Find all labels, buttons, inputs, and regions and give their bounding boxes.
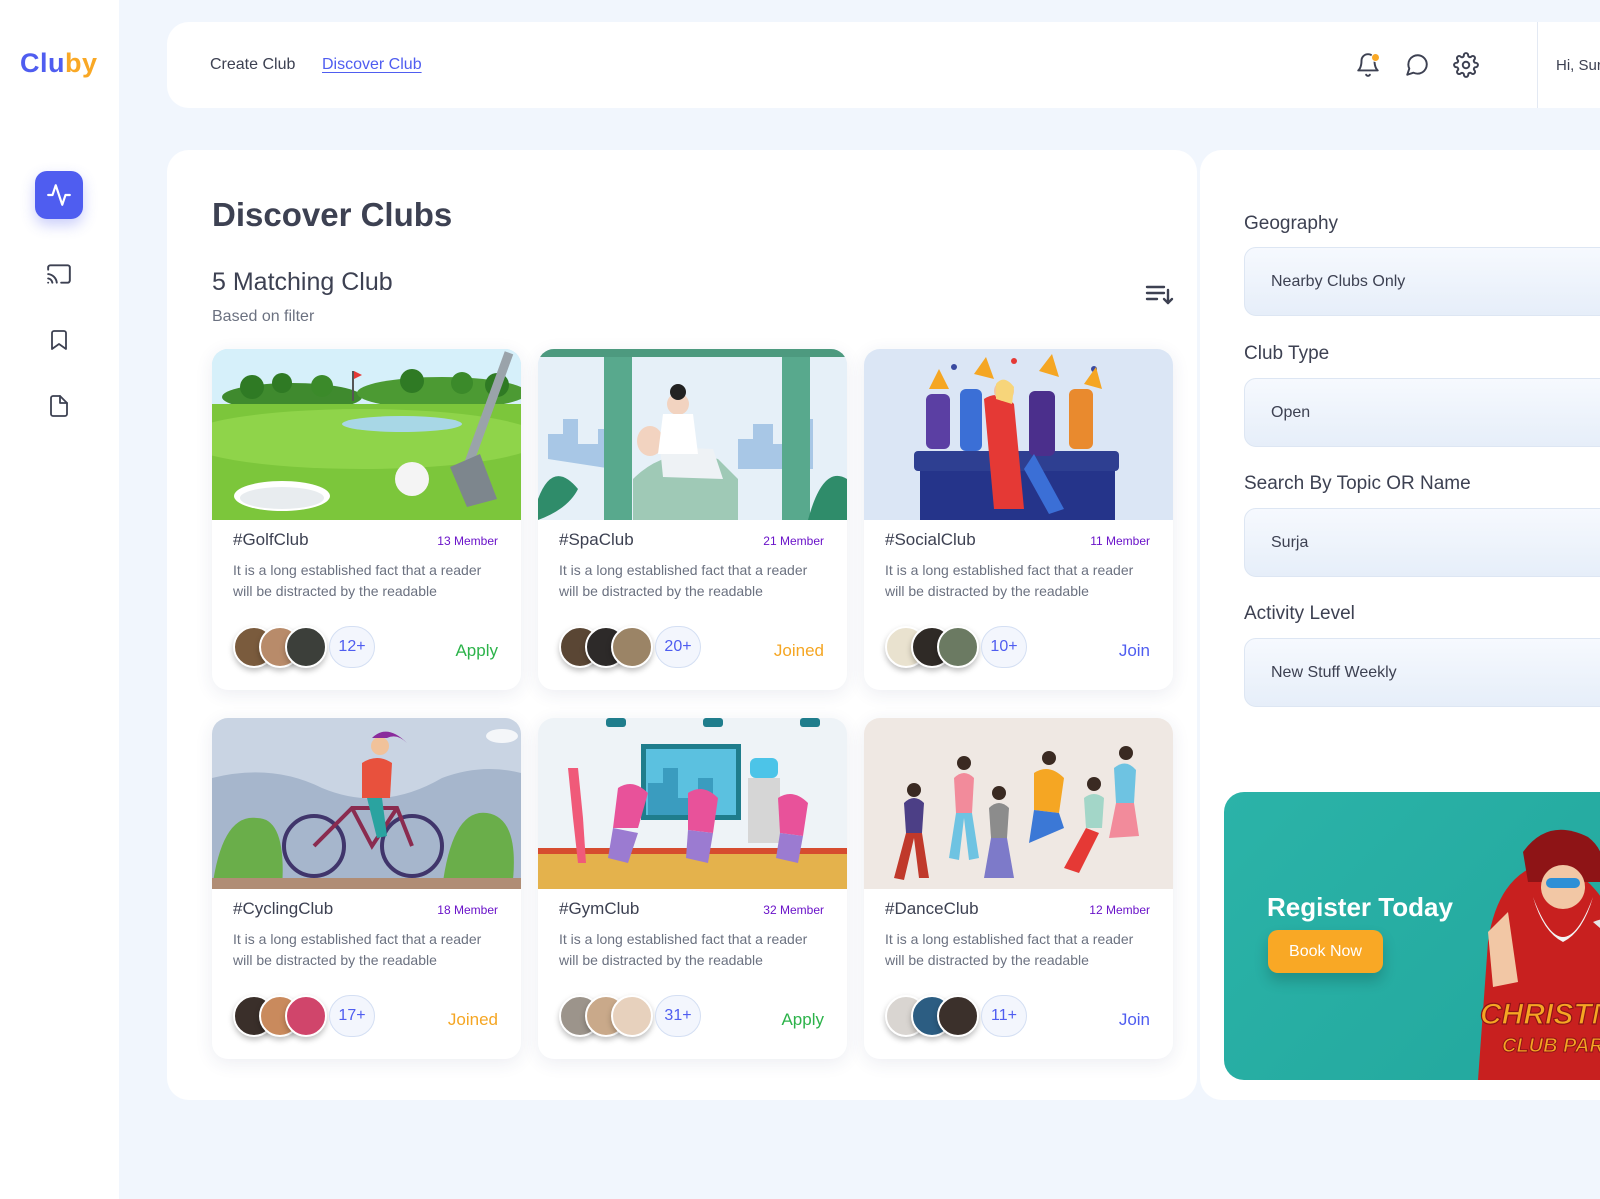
- topbar-divider: [1537, 22, 1538, 108]
- activity-level-select[interactable]: New Stuff Weekly: [1244, 638, 1600, 707]
- joined-button[interactable]: Joined: [448, 1010, 498, 1030]
- search-input[interactable]: Surja: [1244, 508, 1600, 577]
- match-subtitle: Based on filter: [212, 308, 315, 325]
- dance-illustration: [864, 718, 1173, 889]
- club-member-count: 12 Member: [1089, 903, 1150, 917]
- cycling-illustration: [212, 718, 521, 889]
- match-count: 5 Matching Club: [212, 268, 393, 296]
- club-card-social[interactable]: #SocialClub 11 Member It is a long estab…: [864, 349, 1173, 690]
- apply-button[interactable]: Apply: [781, 1010, 824, 1030]
- club-description: It is a long established fact that a rea…: [233, 562, 482, 599]
- discover-club-link[interactable]: Discover Club: [322, 56, 422, 74]
- activity-icon: [47, 184, 71, 206]
- geography-select[interactable]: Nearby Clubs Only: [1244, 247, 1600, 316]
- club-card-spa[interactable]: #SpaClub 21 Member It is a long establis…: [538, 349, 847, 690]
- promo-art-text-line2: CLUB PARTY: [1502, 1035, 1600, 1057]
- apply-button[interactable]: Apply: [455, 641, 498, 661]
- promo-art-text-line1: CHRISTMA: [1480, 998, 1600, 1031]
- club-description: It is a long established fact that a rea…: [885, 562, 1134, 599]
- search-label: Search By Topic OR Name: [1244, 473, 1471, 494]
- club-description: It is a long established fact that a rea…: [885, 931, 1134, 968]
- sort-icon: [1145, 285, 1174, 305]
- create-club-link[interactable]: Create Club: [210, 56, 295, 74]
- club-card-cycling[interactable]: #CyclingClub 18 Member It is a long esta…: [212, 718, 521, 1059]
- sidebar-item-activity[interactable]: [35, 171, 83, 219]
- club-card-golf[interactable]: #GolfClub 13 Member It is a long establi…: [212, 349, 521, 690]
- brand-logo[interactable]: Cluby: [20, 48, 98, 79]
- club-name: #GymClub: [559, 899, 640, 918]
- page-title: Discover Clubs: [212, 196, 453, 233]
- settings-button[interactable]: [1453, 52, 1479, 78]
- messages-button[interactable]: [1404, 52, 1430, 78]
- gear-icon: [1453, 52, 1479, 78]
- club-name: #CyclingClub: [233, 899, 334, 918]
- discover-panel: Discover Clubs 5 Matching Club Based on …: [167, 150, 1197, 1100]
- sidebar-item-bookmark[interactable]: [35, 316, 83, 364]
- club-member-count: 11 Member: [1090, 534, 1150, 548]
- club-type-select[interactable]: Open: [1244, 378, 1600, 447]
- join-button[interactable]: Join: [1119, 641, 1150, 661]
- gym-illustration: [538, 718, 847, 889]
- club-grid: #GolfClub 13 Member It is a long establi…: [212, 349, 1173, 1059]
- club-member-count: 13 Member: [437, 534, 498, 548]
- club-name: #SocialClub: [885, 530, 976, 549]
- sort-button[interactable]: [1144, 280, 1174, 310]
- avatar: [937, 995, 979, 1037]
- party-illustration: [864, 349, 1173, 520]
- club-type-label: Club Type: [1244, 343, 1330, 364]
- golf-illustration: [212, 349, 521, 520]
- more-members-badge: 12+: [329, 626, 375, 668]
- file-icon: [50, 395, 68, 417]
- club-name: #DanceClub: [885, 899, 979, 918]
- register-promo-banner: Register Today Book Now CHRISTMA CLUB PA…: [1224, 792, 1600, 1080]
- more-members-badge: 10+: [981, 626, 1027, 668]
- more-members-badge: 17+: [329, 995, 375, 1037]
- club-description: It is a long established fact that a rea…: [233, 931, 482, 968]
- club-description: It is a long established fact that a rea…: [559, 931, 808, 968]
- brand-logo-part2: by: [65, 48, 98, 78]
- joined-button[interactable]: Joined: [774, 641, 824, 661]
- avatar: [611, 626, 653, 668]
- christmas-party-illustration: CHRISTMA CLUB PARTY: [1478, 829, 1600, 1080]
- avatar: [285, 995, 327, 1037]
- sidebar-item-cast[interactable]: [35, 250, 83, 298]
- more-members-badge: 31+: [655, 995, 701, 1037]
- notifications-button[interactable]: [1355, 52, 1381, 78]
- book-now-button[interactable]: Book Now: [1268, 930, 1383, 973]
- sidebar: Cluby: [0, 0, 119, 1199]
- club-member-count: 32 Member: [763, 903, 824, 917]
- club-card-dance[interactable]: #DanceClub 12 Member It is a long establ…: [864, 718, 1173, 1059]
- club-member-count: 18 Member: [437, 903, 498, 917]
- user-greeting[interactable]: Hi, Sur: [1556, 57, 1600, 74]
- chat-icon: [1406, 54, 1428, 76]
- cast-icon: [47, 264, 71, 284]
- bookmark-icon: [51, 330, 67, 350]
- spa-illustration: [538, 349, 847, 520]
- filter-panel: Geography Nearby Clubs Only Club Type Op…: [1200, 150, 1600, 1100]
- more-members-badge: 11+: [981, 995, 1027, 1037]
- promo-title: Register Today: [1267, 892, 1453, 922]
- sidebar-item-file[interactable]: [35, 382, 83, 430]
- notification-dot: [1371, 53, 1380, 62]
- geography-label: Geography: [1244, 213, 1339, 234]
- club-member-count: 21 Member: [763, 534, 824, 548]
- avatar: [285, 626, 327, 668]
- avatar: [611, 995, 653, 1037]
- club-name: #SpaClub: [559, 530, 634, 549]
- activity-level-label: Activity Level: [1244, 603, 1355, 624]
- avatar: [937, 626, 979, 668]
- top-bar: Create Club Discover Club Hi, Sur: [167, 22, 1600, 108]
- club-card-gym[interactable]: #GymClub 32 Member It is a long establis…: [538, 718, 847, 1059]
- club-description: It is a long established fact that a rea…: [559, 562, 808, 599]
- more-members-badge: 20+: [655, 626, 701, 668]
- join-button[interactable]: Join: [1119, 1010, 1150, 1030]
- brand-logo-part1: Clu: [20, 48, 65, 78]
- club-name: #GolfClub: [233, 530, 309, 549]
